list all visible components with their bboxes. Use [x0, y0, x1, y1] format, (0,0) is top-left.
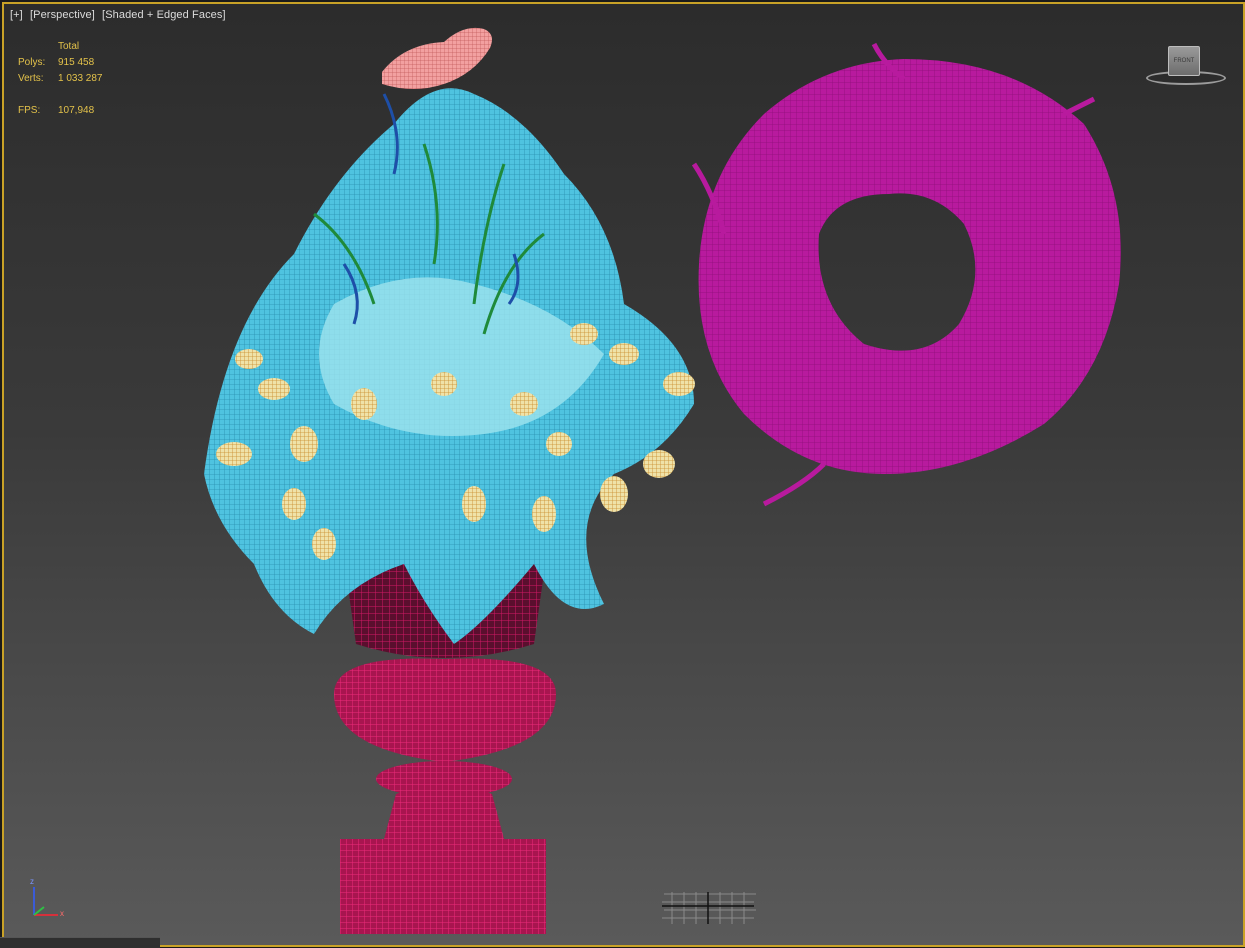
bird-figure[interactable]: [382, 27, 492, 89]
home-grid-icon: [662, 892, 756, 924]
vase-bowl: [334, 658, 556, 762]
3d-scene[interactable]: [4, 4, 1243, 945]
viewcube-front-face[interactable]: FRONT: [1168, 46, 1200, 76]
wreath[interactable]: [691, 42, 1121, 507]
axis-tripod: z x: [24, 877, 74, 923]
time-slider-tab[interactable]: [0, 937, 160, 948]
axis-z-label: z: [30, 877, 34, 886]
viewcube[interactable]: FRONT: [1144, 42, 1226, 88]
floral-arrangement[interactable]: [204, 88, 695, 645]
axis-x-label: x: [60, 909, 64, 918]
viewport[interactable]: [+] [Perspective] [Shaded + Edged Faces]…: [2, 2, 1245, 947]
